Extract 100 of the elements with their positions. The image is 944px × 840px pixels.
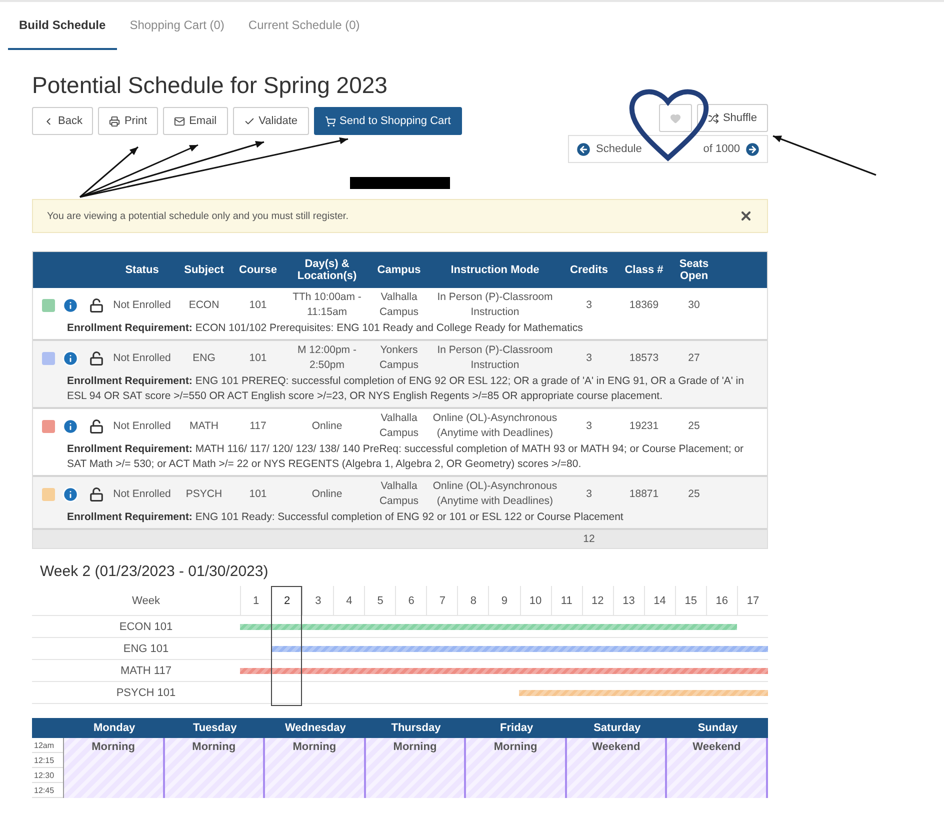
email-button[interactable]: Email	[163, 107, 228, 135]
time-label: 12am	[32, 738, 63, 753]
info-button[interactable]	[62, 296, 78, 314]
table-cell-text: MATH	[188, 418, 220, 434]
block-label: Morning	[92, 741, 135, 753]
lock-button[interactable]	[88, 350, 104, 366]
week-title: Week 2 (01/23/2023 - 01/30/2023)	[40, 563, 270, 580]
table-cell-text: In Person (P)-Classroom Instruction	[436, 290, 554, 320]
week-number[interactable]: 7	[426, 586, 458, 616]
week-number[interactable]: 15	[674, 586, 706, 616]
table-cell-text: TTh 10:00am - 11:15am	[292, 290, 362, 320]
table-cell-text: 101	[248, 298, 268, 312]
previous-button[interactable]	[575, 140, 592, 158]
table-cell-text: Not Enrolled	[112, 486, 172, 502]
week-number[interactable]: 9	[488, 586, 520, 616]
block-label: Morning	[494, 741, 538, 753]
table-cell-text: M 12:00pm - 2:50pm	[296, 343, 358, 373]
day-header: Sunday	[696, 722, 739, 734]
table-cell-text: Online	[310, 486, 344, 502]
week-number[interactable]: 1	[240, 586, 272, 616]
tab[interactable]: Shopping Cart (0)	[118, 2, 236, 50]
column-header: Seats Open	[678, 258, 710, 282]
send-to-cart-button[interactable]: Send to Shopping Cart	[314, 107, 462, 135]
week-number[interactable]: 16	[706, 586, 737, 616]
print-button[interactable]: Print	[98, 107, 158, 135]
check-icon	[244, 116, 255, 126]
course-label: ECON 101	[32, 616, 240, 638]
column-header: Credits	[569, 264, 609, 276]
enrollment-requirement: Enrollment Requirement: ENG 101 PREREQ: successful completion of ENG 92 OR ESL 122; OR a grade of 'A' in ENG 91, OR a Grade of 'A' in ESL 94 OR SAT score >/=550 OR ACT English score >/=23, OR NYS English Regents >/=85 OR appropriate course placement.	[66, 374, 745, 404]
table-cell-text: 18573	[628, 350, 660, 366]
week-number[interactable]: 2	[271, 586, 302, 616]
lock-button[interactable]	[88, 298, 104, 312]
table-cell-text: 3	[585, 418, 593, 434]
table-cell-text: 101	[248, 486, 268, 502]
lock-button[interactable]	[88, 418, 104, 434]
column-header: Day(s) & Location(s)	[296, 258, 358, 282]
week-header: Week	[32, 586, 240, 616]
table-cell-text: Valhalla Campus	[378, 411, 420, 441]
unlocked-padlock-icon	[88, 418, 104, 434]
envelope-icon	[174, 116, 186, 126]
week-number[interactable]: 6	[395, 586, 426, 616]
back-button[interactable]: Back	[32, 107, 94, 135]
tab[interactable]: Current Schedule (0)	[237, 2, 371, 50]
week-number[interactable]: 17	[736, 586, 768, 616]
day-header: Friday	[499, 722, 534, 734]
info-button[interactable]	[62, 350, 78, 366]
enrollment-requirement: Enrollment Requirement: ECON 101/102 Prerequisites: ENG 101 Ready and College Ready for Mathematics	[66, 321, 584, 336]
course-label: ENG 101	[32, 638, 240, 660]
info-button[interactable]	[62, 418, 78, 434]
time-label: 12:30	[32, 768, 63, 783]
day-header: Thursday	[390, 722, 442, 734]
table-cell-text: 19231	[628, 418, 660, 434]
close-button[interactable]	[739, 209, 753, 223]
week-number[interactable]: 13	[612, 586, 644, 616]
close-icon	[739, 209, 753, 223]
table-cell-text: Not Enrolled	[112, 418, 172, 434]
shuffle-button[interactable]: Shuffle	[696, 104, 768, 132]
enrollment-requirement: Enrollment Requirement: ENG 101 Ready: Successful completion of ENG 92 or 101 or ESL 122 or Course Placement	[66, 510, 624, 525]
table-cell-text: 25	[687, 486, 701, 502]
day-header: Saturday	[592, 722, 642, 734]
printer-icon	[109, 116, 120, 126]
week-number[interactable]: 4	[333, 586, 364, 616]
info-icon	[62, 418, 78, 434]
next-button[interactable]	[744, 140, 761, 158]
table-cell-text: Yonkers Campus	[378, 343, 420, 373]
tab[interactable]: Build Schedule	[8, 2, 117, 50]
block-label: Morning	[192, 741, 236, 753]
week-number[interactable]: 8	[457, 586, 488, 616]
enrollment-requirement: Enrollment Requirement: MATH 116/ 117/ 120/ 123/ 138/ 140 PreReq: successful completion of MATH 93 or MATH 94; or Course Placement; or SAT Math >/= 530; or ACT Math >/= 22 or NYS REGENTS (Algebra 1, Algebra 2, OR Geometry) scores >/=80.	[66, 442, 745, 472]
table-cell-text: 27	[687, 350, 701, 366]
block-label: Weekend	[592, 741, 640, 753]
lock-button[interactable]	[88, 486, 104, 502]
week-number[interactable]: 12	[582, 586, 613, 616]
validate-button[interactable]: Validate	[232, 107, 309, 135]
table-cell-text: In Person (P)-Classroom Instruction	[436, 343, 554, 373]
column-header: Status	[124, 264, 160, 276]
cart-icon	[324, 116, 336, 126]
table-cell-text: Online	[310, 418, 344, 434]
arrow-right-icon	[744, 140, 761, 158]
week-number[interactable]: 14	[644, 586, 675, 616]
table-cell-text: 18871	[628, 486, 660, 502]
block-label: Weekend	[692, 741, 741, 753]
time-label: 12:45	[32, 783, 63, 798]
shuffle-icon	[708, 112, 719, 124]
course-label: MATH 117	[32, 660, 240, 682]
week-number[interactable]: 3	[302, 586, 334, 616]
week-number[interactable]: 11	[550, 586, 582, 616]
table-cell-text: 3	[585, 486, 593, 502]
table-cell-text: Not Enrolled	[112, 350, 172, 366]
week-number[interactable]: 5	[364, 586, 396, 616]
total-credits: 12	[582, 532, 596, 546]
table-cell-text: 18369	[628, 298, 660, 312]
week-number[interactable]: 10	[520, 586, 551, 616]
course-label: PSYCH 101	[32, 682, 240, 704]
page-title: Potential Schedule for Spring 2023	[32, 72, 388, 99]
alert-text: You are viewing a potential schedule only and you must still register.	[47, 210, 348, 222]
schedule-count: of 1000	[703, 143, 740, 155]
info-button[interactable]	[62, 486, 78, 502]
heart-icon	[670, 112, 681, 124]
arrow-left-icon	[575, 140, 592, 158]
